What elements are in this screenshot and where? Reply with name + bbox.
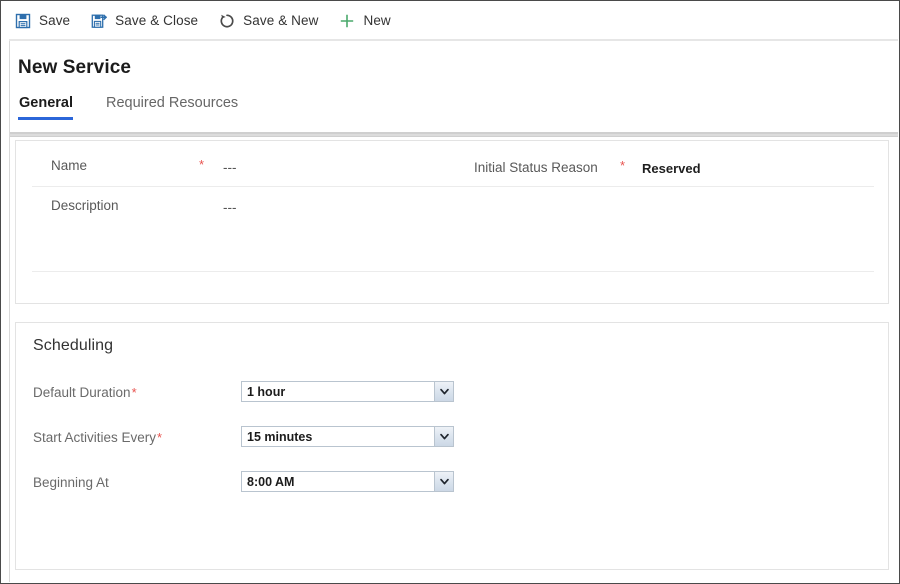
form-header: New Service General Required Resources <box>10 43 898 132</box>
start-activities-every-label-text: Start Activities Every <box>33 430 157 445</box>
save-and-close-button[interactable]: Save & Close <box>86 6 208 36</box>
new-button-label: New <box>363 13 391 28</box>
save-and-new-button[interactable]: Save & New <box>214 6 328 36</box>
start-activities-every-dropdown[interactable]: 15 minutes <box>241 426 454 447</box>
field-name-required-marker: * <box>199 157 205 172</box>
save-and-new-icon <box>218 12 236 30</box>
new-button[interactable]: New <box>334 6 400 36</box>
default-duration-dropdown[interactable]: 1 hour <box>241 381 454 402</box>
chevron-down-icon[interactable] <box>434 382 453 401</box>
chevron-down-icon[interactable] <box>434 472 453 491</box>
page-title: New Service <box>18 57 132 78</box>
field-initial-status-reason-label: Initial Status Reason <box>474 160 598 175</box>
row-divider <box>32 271 874 272</box>
scheduling-row-default-duration: Default Duration* 1 hour <box>16 381 888 407</box>
default-duration-value: 1 hour <box>247 384 286 399</box>
beginning-at-label: Beginning At <box>33 475 110 490</box>
field-description-label: Description <box>51 198 119 213</box>
field-description[interactable]: Description --- <box>51 198 237 215</box>
field-name[interactable]: Name * --- <box>51 158 237 175</box>
tab-bar: General Required Resources <box>18 95 270 120</box>
header-separator-inner <box>10 134 898 136</box>
field-description-value: --- <box>223 200 237 215</box>
save-button-label: Save <box>39 13 71 28</box>
scheduling-row-beginning-at: Beginning At 8:00 AM <box>16 471 888 497</box>
save-and-new-button-label: Save & New <box>243 13 319 28</box>
field-name-value: --- <box>223 160 237 175</box>
tab-required-resources[interactable]: Required Resources <box>105 95 244 120</box>
save-and-close-button-label: Save & Close <box>115 13 199 28</box>
field-initial-status-reason-value: Reserved <box>642 161 701 176</box>
tab-general-label: General <box>19 95 73 111</box>
default-duration-label-text: Default Duration <box>33 385 131 400</box>
start-activities-every-value: 15 minutes <box>247 429 313 444</box>
scheduling-row-start-activities-every: Start Activities Every* 15 minutes <box>16 426 888 452</box>
plus-icon <box>338 12 356 30</box>
form-row: Name * --- Initial Status Reason * Reser… <box>16 145 888 186</box>
save-and-close-icon <box>90 12 108 30</box>
save-button[interactable]: Save <box>10 6 80 36</box>
default-duration-required-marker: * <box>131 385 137 400</box>
header-separator <box>10 132 898 137</box>
field-initial-status-reason[interactable]: Initial Status Reason * Reserved <box>474 159 701 176</box>
command-bar: Save Save & Close Save & New New <box>2 2 898 39</box>
general-section-card: Name * --- Initial Status Reason * Reser… <box>15 140 889 304</box>
beginning-at-dropdown[interactable]: 8:00 AM <box>241 471 454 492</box>
tab-active-underline <box>18 117 73 120</box>
scheduling-section-title: Scheduling <box>33 337 114 354</box>
application-window: Save Save & Close Save & New New New Ser… <box>0 0 900 584</box>
default-duration-label: Default Duration* <box>33 385 137 400</box>
tab-general[interactable]: General <box>18 95 79 120</box>
form-row: Description --- <box>16 187 888 228</box>
start-activities-every-required-marker: * <box>157 430 163 445</box>
field-name-label: Name <box>51 158 88 173</box>
beginning-at-value: 8:00 AM <box>247 474 295 489</box>
scheduling-section-card: Scheduling Default Duration* 1 hour Star… <box>15 322 889 570</box>
start-activities-every-label: Start Activities Every* <box>33 430 162 445</box>
field-initial-status-reason-required-marker: * <box>620 158 626 173</box>
beginning-at-label-text: Beginning At <box>33 475 109 490</box>
toolbar-separator <box>9 39 898 41</box>
tab-required-resources-label: Required Resources <box>106 95 239 111</box>
chevron-down-icon[interactable] <box>434 427 453 446</box>
save-icon <box>14 12 32 30</box>
